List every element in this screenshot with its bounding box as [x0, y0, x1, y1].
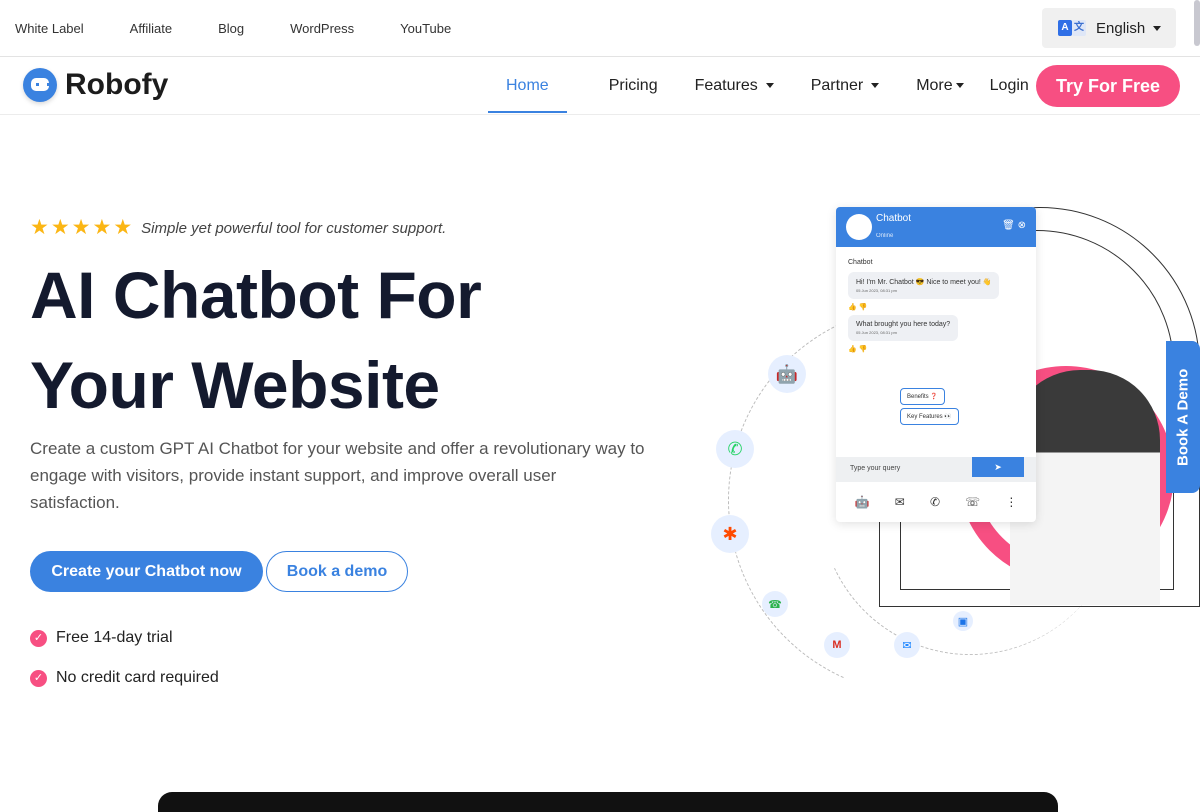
hero-title: AI Chatbot For Your Website [30, 250, 482, 430]
check-icon: ✓ [30, 629, 47, 647]
star-icon: ★ [92, 216, 112, 239]
reaction-icons[interactable]: 👍 👎 [848, 345, 1024, 353]
nav-features[interactable]: Features [695, 77, 774, 95]
quick-reply-benefits[interactable]: Benefits ❓ [900, 388, 945, 405]
tagline: Simple yet powerful tool for customer su… [141, 219, 447, 237]
link-youtube[interactable]: YouTube [400, 21, 451, 36]
top-links-bar: White Label Affiliate Blog WordPress You… [0, 0, 1200, 57]
star-icon: ★ [50, 216, 70, 239]
call-integration-icon: ☎ [762, 591, 788, 617]
nav-more[interactable]: More [916, 77, 964, 95]
rating: ★ ★ ★ ★ ★ Simple yet powerful tool for custo… [30, 216, 447, 239]
close-icon[interactable]: ⊗ [1018, 220, 1026, 231]
nav-features-label: Features [694, 77, 758, 94]
caret-down-icon [871, 83, 880, 89]
language-label: English [1096, 19, 1146, 37]
caret-down-icon [955, 83, 964, 89]
book-demo-button[interactable]: Book a demo [266, 551, 408, 592]
link-blog[interactable]: Blog [218, 21, 244, 36]
trash-icon[interactable]: 🗑 [1002, 220, 1015, 231]
hero-illustration: Chatbot Online 🗑 ⊗ Chatbot Hi! I'm Mr. Ch… [700, 200, 1200, 698]
hero-description: Create a custom GPT AI Chatbot for your … [30, 439, 645, 512]
link-wordpress[interactable]: WordPress [290, 21, 354, 36]
robot-logo-icon [23, 68, 57, 102]
book-a-demo-side-tab[interactable]: Book A Demo [1166, 341, 1200, 493]
message-time: 05 Jun 2023, 08:31 pm [856, 288, 897, 293]
chat-title: Chatbot [876, 212, 912, 224]
messenger-integration-icon: ✉ [894, 632, 920, 658]
try-for-free-button[interactable]: Try For Free [1036, 65, 1180, 107]
hero-title-line1: AI Chatbot For [30, 258, 482, 332]
star-icon: ★ [113, 216, 133, 239]
nav-home[interactable]: Home [488, 77, 567, 113]
reaction-icons[interactable]: 👍 👎 [848, 303, 1024, 311]
message-text: What brought you here today? [856, 321, 951, 328]
nav-partner[interactable]: Partner [810, 77, 880, 95]
chat-channel-bar: 🤖 ✉ ✆ ☏ ⋮ [836, 495, 1036, 509]
brand-logo[interactable]: Robofy [23, 68, 168, 102]
scrollbar[interactable] [1194, 0, 1200, 46]
laptop-preview-edge [158, 792, 1058, 812]
send-icon[interactable]: ➤ [972, 457, 1024, 477]
whatsapp-icon[interactable]: ✆ [930, 495, 940, 509]
chatbot-integration-icon: 🤖 [768, 355, 806, 393]
language-selector[interactable]: A文 English [1042, 8, 1176, 48]
main-nav: Robofy Home Pricing Features Partner Mor… [0, 57, 1200, 115]
calendar-integration-icon: ▣ [953, 611, 973, 631]
nav-pricing[interactable]: Pricing [609, 77, 658, 95]
chat-message: What brought you here today? 05 Jun 2023,… [848, 315, 959, 341]
hero-title-line2: Your Website [30, 348, 440, 422]
nav-login[interactable]: Login [990, 77, 1029, 95]
star-icon: ★ [30, 216, 49, 239]
nav-more-label: More [916, 77, 953, 94]
whatsapp-integration-icon: ✆ [716, 430, 754, 468]
gmail-integration-icon: M [824, 632, 850, 658]
chat-input[interactable]: Type your query ➤ [836, 457, 1036, 482]
chatbot-icon[interactable]: 🤖 [855, 495, 870, 509]
chat-sender: Chatbot [848, 259, 873, 266]
chat-input-placeholder: Type your query [850, 465, 901, 472]
create-chatbot-button[interactable]: Create your Chatbot now [30, 551, 263, 592]
check-icon: ✓ [30, 669, 47, 687]
link-affiliate[interactable]: Affiliate [130, 21, 172, 36]
chat-message: Hi! I'm Mr. Chatbot 😎 Nice to meet you! … [848, 272, 1000, 299]
star-icon: ★ [71, 216, 91, 239]
more-icon[interactable]: ⋮ [1005, 495, 1017, 509]
check-label: No credit card required [56, 669, 219, 686]
chatbot-avatar [846, 214, 872, 240]
check-label: Free 14-day trial [56, 629, 173, 646]
chat-header: Chatbot Online 🗑 ⊗ [836, 207, 1036, 247]
translate-icon: A文 [1058, 20, 1088, 36]
email-icon[interactable]: ✉ [895, 495, 905, 509]
link-white-label[interactable]: White Label [15, 21, 84, 36]
feature-check: ✓ No credit card required [30, 669, 219, 687]
caret-down-icon [765, 83, 774, 89]
quick-reply-key-features[interactable]: Key Features 👀 [900, 408, 959, 425]
feature-check: ✓ Free 14-day trial [30, 629, 173, 647]
phone-icon[interactable]: ☏ [965, 495, 980, 509]
brand-name: Robofy [65, 68, 169, 101]
chat-widget[interactable]: Chatbot Online 🗑 ⊗ Chatbot Hi! I'm Mr. Ch… [836, 207, 1036, 522]
nav-partner-label: Partner [810, 77, 864, 94]
zapier-integration-icon: ✱ [711, 515, 749, 553]
message-time: 05 Jun 2023, 08:31 pm [856, 330, 897, 335]
message-text: Hi! I'm Mr. Chatbot 😎 Nice to meet you! … [856, 279, 992, 286]
chat-status: Online [876, 232, 894, 239]
caret-down-icon [1153, 25, 1162, 31]
